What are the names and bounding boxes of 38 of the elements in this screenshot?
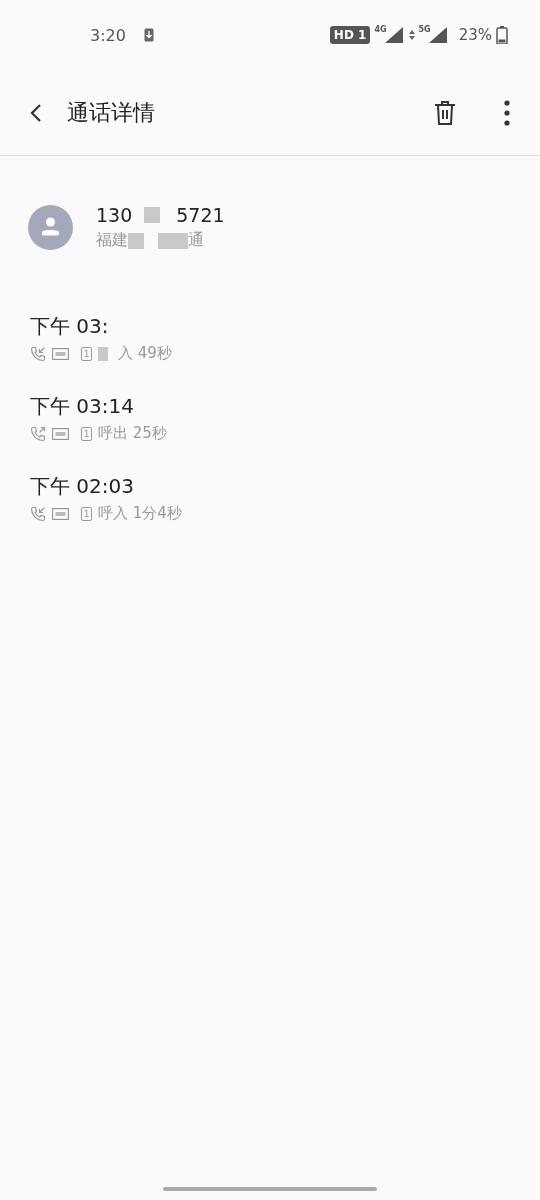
network-label: 4G [374, 25, 387, 34]
phone-number: 130 [96, 204, 133, 226]
call-detail: 呼入 1分4秒 [98, 504, 182, 523]
redaction-mark [144, 207, 161, 223]
redaction-mark [98, 346, 108, 361]
carrier-location: 通 [188, 230, 204, 251]
hd-voice-icon [52, 507, 69, 520]
page-title: 通话详情 [67, 98, 155, 127]
incoming-call-icon [30, 505, 46, 522]
call-time: 下午 03:14 [30, 393, 135, 420]
battery-percent: 23% [458, 26, 492, 44]
delete-icon[interactable] [434, 100, 456, 125]
call-time: 下午 02:03 [30, 473, 135, 500]
call-time: 下午 03: [30, 313, 110, 340]
more-icon[interactable] [504, 99, 510, 126]
avatar-icon [28, 205, 73, 250]
sim-badge: 1 [81, 506, 92, 521]
call-detail: 入 49秒 [118, 344, 172, 363]
redaction-mark [128, 232, 144, 249]
status-time: 3:20 [90, 25, 126, 45]
battery-icon [496, 26, 508, 44]
data-arrows-icon [408, 30, 415, 40]
call-detail: 呼出 25秒 [98, 424, 167, 443]
download-icon [143, 28, 154, 42]
sim-badge: 1 [81, 346, 92, 361]
carrier-location: 福建 [96, 230, 128, 251]
signal-icon [384, 27, 403, 43]
network-label: 5G [418, 25, 431, 34]
phone-number: 5721 [176, 204, 225, 226]
outgoing-call-icon [30, 425, 46, 442]
redaction-mark [158, 232, 188, 249]
incoming-call-icon [30, 345, 46, 362]
hd-voice-icon [52, 347, 69, 360]
back-icon[interactable] [30, 102, 42, 123]
hd-voice-icon [52, 427, 69, 440]
sim-badge: 1 [81, 426, 92, 441]
signal-icon [428, 27, 447, 43]
hd-badge: HD 1 [329, 26, 371, 44]
